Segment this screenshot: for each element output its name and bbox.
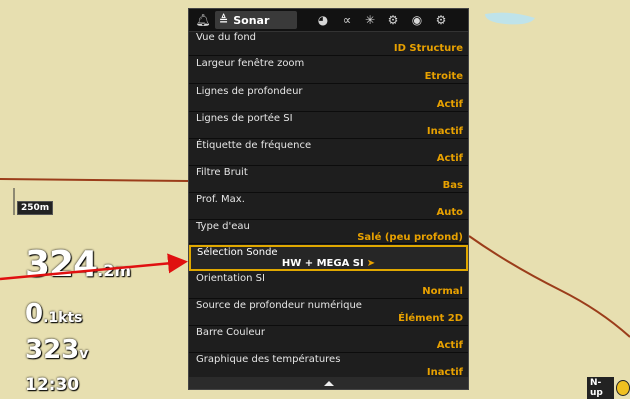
menu-item-value: Actif: [436, 340, 463, 351]
orientation-indicator[interactable]: N-up: [587, 377, 630, 399]
menu-item-source-profondeur[interactable]: Source de profondeur numérique Élément 2…: [189, 299, 468, 326]
gear-icon: ⚙: [387, 13, 399, 27]
menu-item-value: Actif: [436, 99, 463, 110]
menu-item-label: Barre Couleur: [196, 327, 265, 338]
menu-item-label: Orientation SI: [196, 273, 265, 284]
menu-item-etiquette-frequence[interactable]: Étiquette de fréquence Actif: [189, 139, 468, 166]
menu-item-label: Type d'eau: [196, 221, 250, 232]
speed-readout: 0.1kts: [25, 300, 83, 332]
voltage-value: 323: [25, 335, 80, 365]
time-readout: 12:30: [25, 375, 80, 395]
chart-icon: ✳: [364, 13, 376, 27]
menu-item-lignes-profondeur[interactable]: Lignes de profondeur Actif: [189, 85, 468, 112]
menu-item-type-eau[interactable]: Type d'eau Salé (peu profond): [189, 220, 468, 244]
menu-item-label: Lignes de portée SI: [196, 113, 293, 124]
menu-item-orientation-si[interactable]: Orientation SI Normal: [189, 272, 468, 299]
menu-item-prof-max[interactable]: Prof. Max. Auto: [189, 193, 468, 220]
tab-sonar-label: Sonar: [233, 13, 270, 27]
menu-item-value: Bas: [442, 180, 463, 191]
menu-item-value: Auto: [436, 207, 463, 218]
eye-icon: ◉: [411, 13, 423, 27]
tab-accessories[interactable]: ⚙: [430, 11, 452, 29]
menu-item-label: Sélection Sonde: [197, 247, 278, 258]
menu-item-value: Inactif: [426, 126, 463, 137]
tab-views[interactable]: ◉: [407, 11, 427, 29]
tab-chart[interactable]: ✳: [360, 11, 380, 29]
menu-item-value: Élément 2D: [398, 313, 463, 324]
scroll-up-button[interactable]: [189, 377, 468, 389]
sonar-menu: 🔔︎ ≜ Sonar ◕ ∝ ✳ ⚙ ◉ ⚙ Vue du fond ID St…: [188, 8, 469, 390]
voltage-readout: 323v: [25, 336, 88, 368]
menu-item-label: Prof. Max.: [196, 194, 245, 205]
menu-item-selection-sonde[interactable]: Sélection Sonde HW + MEGA SI ➤: [189, 245, 468, 271]
fish-icon: ∝: [342, 13, 352, 27]
depth-unit: .2m: [97, 261, 132, 280]
menu-item-label: Vue du fond: [196, 32, 257, 43]
menu-item-value: HW + MEGA SI: [281, 258, 364, 269]
menu-item-label: Étiquette de fréquence: [196, 140, 312, 151]
tab-fish[interactable]: ∝: [337, 11, 357, 29]
scroll-up-icon: [323, 380, 334, 386]
menu-item-graphique-temperatures[interactable]: Graphique des températures Inactif: [189, 353, 468, 380]
menu-item-value: Actif: [436, 153, 463, 164]
menu-tab-bar: 🔔︎ ≜ Sonar ◕ ∝ ✳ ⚙ ◉ ⚙: [189, 9, 468, 32]
sonar-icon: ≜: [219, 13, 229, 27]
speed-unit: .1kts: [43, 310, 83, 326]
menu-item-filtre-bruit[interactable]: Filtre Bruit Bas: [189, 166, 468, 193]
bell-icon: 🔔︎: [195, 13, 211, 27]
menu-item-label: Lignes de profondeur: [196, 86, 303, 97]
navigation-icon: ◕: [317, 13, 329, 27]
menu-item-largeur-zoom[interactable]: Largeur fenêtre zoom Etroite: [189, 57, 468, 84]
menu-item-value: Normal: [422, 286, 463, 297]
compass-icon: [615, 380, 630, 396]
submenu-arrow-icon: ➤: [366, 258, 376, 269]
depth-value: 324: [25, 244, 98, 285]
menu-item-value: Salé (peu profond): [357, 232, 463, 243]
tab-sonar[interactable]: ≜ Sonar: [215, 11, 297, 29]
speed-value: 0: [25, 299, 44, 329]
menu-item-label: Source de profondeur numérique: [196, 300, 362, 311]
menu-item-barre-couleur[interactable]: Barre Couleur Actif: [189, 326, 468, 353]
voltage-unit: v: [79, 346, 89, 362]
map-scale-badge: 250m: [17, 201, 54, 215]
menu-item-value: ID Structure: [393, 43, 463, 54]
tab-navigation[interactable]: ◕: [313, 11, 333, 29]
menu-item-label: Graphique des températures: [196, 354, 341, 365]
menu-item-label: Filtre Bruit: [196, 167, 248, 178]
menu-item-value: Etroite: [424, 71, 463, 82]
menu-item-value-wrap: HW + MEGA SI ➤: [191, 258, 466, 269]
tab-alarms[interactable]: 🔔︎: [193, 11, 213, 29]
menu-item-lignes-portee-si[interactable]: Lignes de portée SI Inactif: [189, 112, 468, 139]
menu-item-vue-du-fond[interactable]: Vue du fond ID Structure: [189, 31, 468, 56]
tab-setup[interactable]: ⚙: [383, 11, 403, 29]
accessories-icon: ⚙: [435, 13, 447, 27]
orientation-label: N-up: [587, 377, 614, 399]
menu-item-label: Largeur fenêtre zoom: [196, 58, 305, 69]
depth-readout: 324.2m: [25, 246, 131, 290]
